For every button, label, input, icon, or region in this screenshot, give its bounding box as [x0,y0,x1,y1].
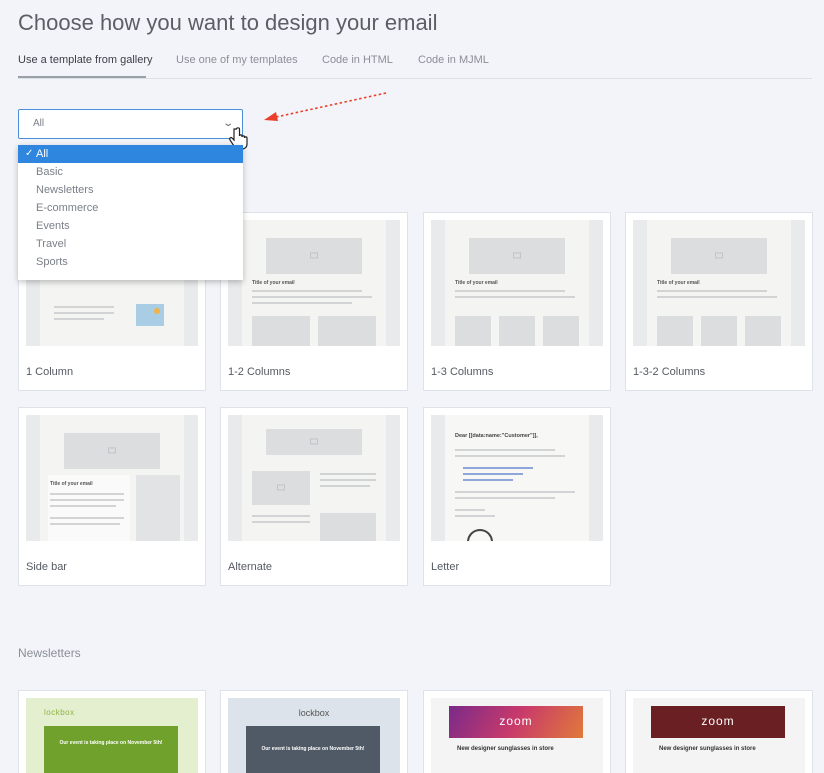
brand-logo: zoom [499,714,533,728]
active-tab-indicator [18,76,146,78]
tab-code-html[interactable]: Code in HTML [322,54,393,66]
option-travel[interactable]: Travel [18,235,243,253]
newsletter-card-zoom-purple[interactable]: zoom New designer sunglasses in store [423,690,611,773]
option-newsletters[interactable]: Newsletters [18,181,243,199]
template-card-side-bar[interactable]: Title of your email Side bar [18,407,206,586]
template-card-label: Letter [431,561,460,573]
tab-my-templates[interactable]: Use one of my templates [176,54,298,66]
option-events[interactable]: Events [18,217,243,235]
category-select[interactable]: All ⌄ [18,109,243,139]
image-placeholder-icon [136,304,164,326]
template-card-label: 1 Column [26,366,74,378]
category-select-value: All [33,118,45,129]
stamp-icon [467,529,493,541]
template-thumbnail: Title of your email [633,220,805,346]
template-card-1-2-columns[interactable]: Title of your email 1-2 Columns [220,212,408,391]
template-thumbnail: Title of your email [228,220,400,346]
template-thumbnail: lockbox Our event is taking place on Nov… [228,698,400,773]
template-thumbnail: zoom New designer sunglasses in store [633,698,805,773]
template-thumbnail: Title of your email [26,415,198,541]
newsletter-card-lockbox-green[interactable]: lockbox Our event is taking place on Nov… [18,690,206,773]
check-icon: ✓ [25,148,34,159]
template-thumbnail: Dear [[data:name:"Customer"]], [431,415,603,541]
tab-gallery[interactable]: Use a template from gallery [18,54,153,66]
template-card-1-3-2-columns[interactable]: Title of your email 1-3-2 Columns [625,212,813,391]
newsletter-card-zoom-red[interactable]: zoom New designer sunglasses in store [625,690,813,773]
template-card-alternate[interactable]: Alternate [220,407,408,586]
template-card-label: Side bar [26,561,67,573]
option-sports[interactable]: Sports [18,253,243,271]
pointer-arrow [264,92,387,121]
category-dropdown: ✓ All Basic Newsletters E-commerce Events… [18,145,243,280]
option-all[interactable]: ✓ All [18,145,243,163]
template-card-label: Alternate [228,561,273,573]
template-thumbnail: lockbox Our event is taking place on Nov… [26,698,198,773]
page-title: Choose how you want to design your email [18,10,438,35]
template-thumbnail [228,415,400,541]
brand-logo: lockbox [44,708,75,717]
template-card-letter[interactable]: Dear [[data:name:"Customer"]], Letter [423,407,611,586]
template-card-1-3-columns[interactable]: Title of your email 1-3 Columns [423,212,611,391]
tab-code-mjml[interactable]: Code in MJML [418,54,489,66]
design-tabs: Use a template from gallery Use one of m… [18,54,812,79]
template-thumbnail: zoom New designer sunglasses in store [431,698,603,773]
template-thumbnail: Title of your email [431,220,603,346]
option-ecommerce[interactable]: E-commerce [18,199,243,217]
option-basic[interactable]: Basic [18,163,243,181]
newsletters-section-title: Newsletters [18,646,81,660]
template-card-label: 1-2 Columns [228,366,291,378]
brand-logo: zoom [701,714,735,728]
template-card-label: 1-3-2 Columns [633,366,706,378]
newsletter-card-lockbox-grey[interactable]: lockbox Our event is taking place on Nov… [220,690,408,773]
brand-logo: lockbox [298,708,330,718]
template-card-label: 1-3 Columns [431,366,494,378]
